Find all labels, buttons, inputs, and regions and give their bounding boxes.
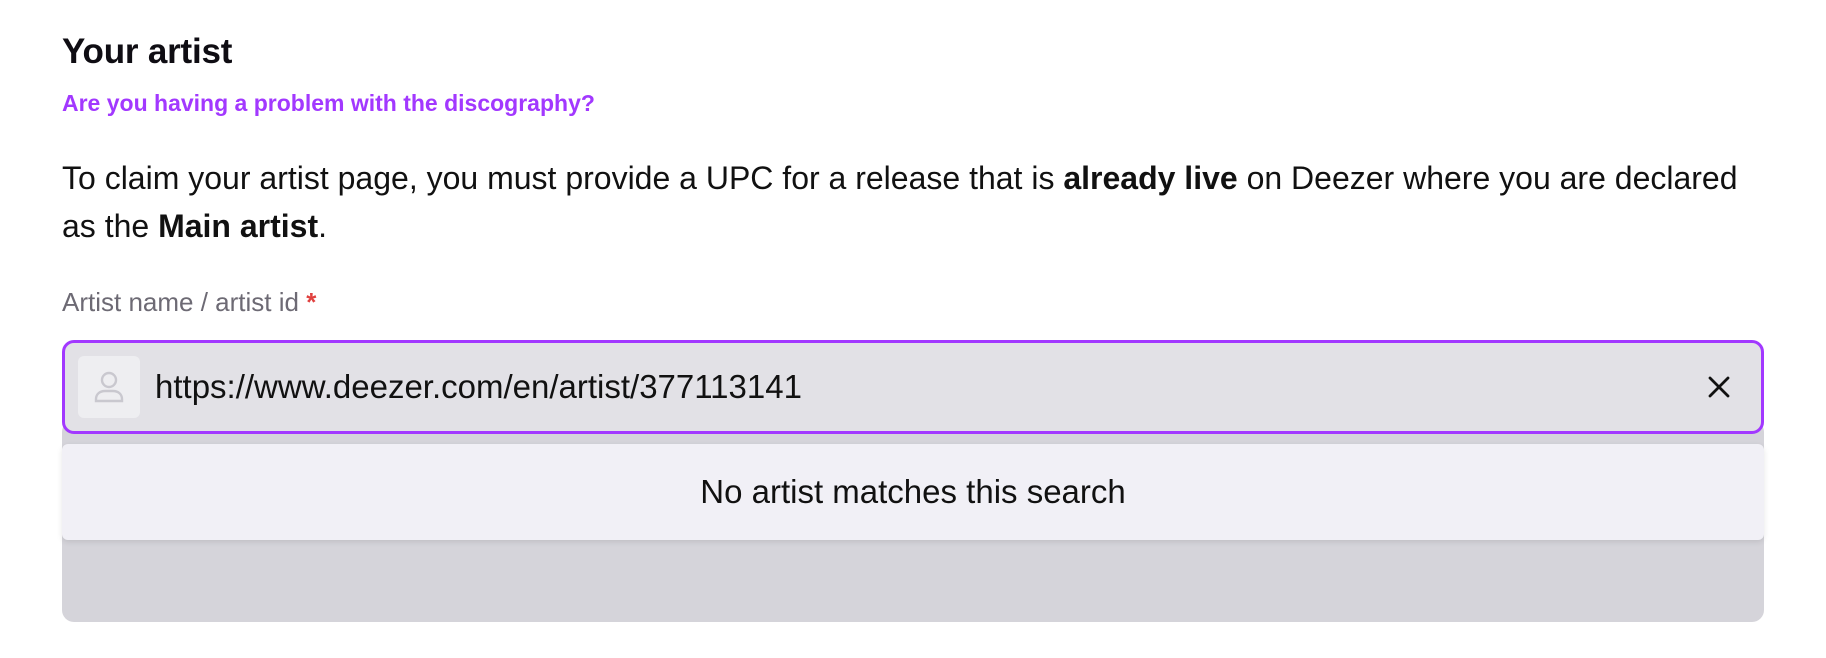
artist-field-label: Artist name / artist id * (62, 287, 316, 318)
intro-emphasis-main-artist: Main artist (158, 208, 319, 244)
artist-search-field[interactable] (62, 340, 1764, 434)
person-icon (78, 356, 140, 418)
search-results-dropdown: No artist matches this search (62, 444, 1764, 540)
artist-section: Your artist Are you having a problem wit… (62, 0, 1764, 658)
discography-help-link[interactable]: Are you having a problem with the discog… (62, 90, 595, 117)
artist-search-input[interactable] (155, 357, 1635, 417)
artist-field-label-text: Artist name / artist id (62, 287, 307, 317)
intro-emphasis-already-live: already live (1063, 160, 1238, 196)
intro-text-part3: . (318, 208, 327, 244)
intro-text: To claim your artist page, you must prov… (62, 154, 1764, 250)
no-results-message: No artist matches this search (700, 473, 1126, 510)
section-title: Your artist (62, 32, 233, 71)
clear-search-button[interactable] (1697, 365, 1741, 409)
close-icon (1708, 376, 1730, 398)
required-marker: * (306, 287, 317, 317)
intro-text-part1: To claim your artist page, you must prov… (62, 160, 1064, 196)
